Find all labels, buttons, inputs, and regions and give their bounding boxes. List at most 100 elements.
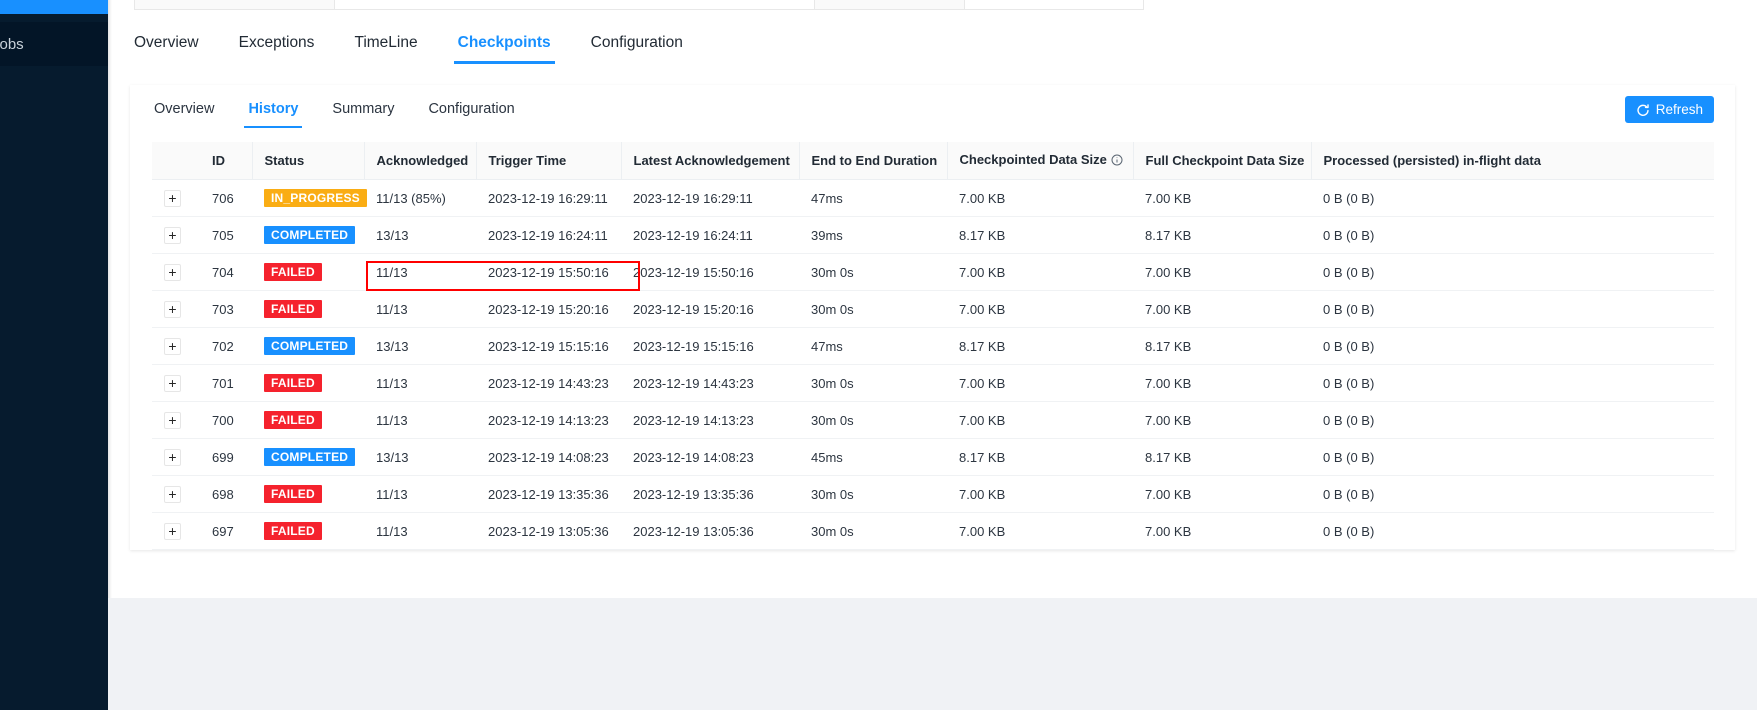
row-checkpointed-data-size: 7.00 KB	[947, 253, 1133, 291]
table-row[interactable]: +704 FAILED 11/13 2023-12-19 15:50:16 2023-1…	[152, 253, 1714, 291]
tab-overview[interactable]: Overview	[130, 26, 203, 64]
row-full-checkpoint-data-size: 7.00 KB	[1133, 290, 1311, 328]
row-end-to-end-duration: 39ms	[799, 216, 947, 254]
table-row[interactable]: +702 COMPLETED 13/13 2023-12-19 15:15:16 202…	[152, 327, 1714, 365]
col-header-id[interactable]: ID	[200, 142, 253, 180]
status-badge: COMPLETED	[264, 448, 356, 466]
subtab-overview[interactable]: Overview	[150, 93, 218, 128]
row-expand-cell: +	[152, 290, 200, 328]
info-icon[interactable]	[1111, 154, 1123, 169]
duration-label: Duration	[815, 0, 965, 9]
row-trigger-time: 2023-12-19 15:15:16	[476, 327, 621, 365]
status-badge: FAILED	[264, 263, 322, 281]
expand-row-icon[interactable]: +	[164, 485, 181, 503]
tab-exceptions[interactable]: Exceptions	[235, 26, 319, 64]
row-trigger-time: 2023-12-19 14:08:23	[476, 438, 621, 476]
checkpoint-history-table-wrap: ID Status Acknowledged Trigger Time Late…	[152, 142, 1714, 550]
row-expand-cell: +	[152, 438, 200, 476]
col-header-latest-acknowledgement[interactable]: Latest Acknowledgement	[621, 142, 800, 180]
table-row[interactable]: +700 FAILED 11/13 2023-12-19 14:13:23 2023-1…	[152, 401, 1714, 439]
col-header-trigger-time[interactable]: Trigger Time	[476, 142, 622, 180]
row-acknowledged: 13/13	[364, 438, 476, 476]
sidebar-filler	[0, 66, 108, 710]
row-processed-inflight-data: 0 B (0 B)	[1311, 179, 1714, 217]
row-checkpointed-data-size: 7.00 KB	[947, 401, 1133, 439]
col-header-end-to-end-duration[interactable]: End to End Duration	[799, 142, 948, 180]
subtab-configuration[interactable]: Configuration	[424, 93, 518, 128]
table-row[interactable]: +703 FAILED 11/13 2023-12-19 15:20:16 2023-1…	[152, 290, 1714, 328]
row-processed-inflight-data: 0 B (0 B)	[1311, 512, 1714, 550]
row-status-cell: COMPLETED	[252, 438, 364, 476]
row-trigger-time: 2023-12-19 13:05:36	[476, 512, 621, 550]
status-badge: FAILED	[264, 485, 322, 503]
expand-row-icon[interactable]: +	[164, 448, 181, 466]
row-end-to-end-duration: 30m 0s	[799, 401, 947, 439]
expand-row-icon[interactable]: +	[164, 189, 181, 207]
table-row[interactable]: +697 FAILED 11/13 2023-12-19 13:05:36 2023-1…	[152, 512, 1714, 550]
refresh-button[interactable]: Refresh	[1624, 96, 1714, 123]
sidebar-item-active-highlight[interactable]	[0, 0, 108, 14]
status-badge: FAILED	[264, 411, 322, 429]
row-acknowledged: 11/13	[364, 475, 476, 513]
expand-row-icon[interactable]: +	[164, 411, 181, 429]
col-header-checkpointed-data-size[interactable]: Checkpointed Data Size	[947, 142, 1134, 180]
col-header-status[interactable]: Status	[252, 142, 365, 180]
row-expand-cell: +	[152, 179, 200, 217]
checkpoints-card: Overview History Summary Configuration R…	[130, 85, 1735, 550]
expand-row-icon[interactable]: +	[164, 263, 181, 281]
row-processed-inflight-data: 0 B (0 B)	[1311, 216, 1714, 254]
status-badge: COMPLETED	[264, 226, 356, 244]
row-latest-acknowledgement: 2023-12-19 14:08:23	[621, 438, 799, 476]
checkpoint-history-table: ID Status Acknowledged Trigger Time Late…	[152, 142, 1714, 550]
table-row[interactable]: +705 COMPLETED 13/13 2023-12-19 16:24:11 202…	[152, 216, 1714, 254]
expand-row-icon[interactable]: +	[164, 337, 181, 355]
row-processed-inflight-data: 0 B (0 B)	[1311, 438, 1714, 476]
row-id: 697	[200, 512, 252, 550]
duration-value: 11d 4h 6m 4s	[965, 0, 1143, 9]
expand-row-icon[interactable]: +	[164, 300, 181, 318]
tab-checkpoints[interactable]: Checkpoints	[453, 26, 555, 64]
col-header-expand	[152, 142, 200, 180]
row-full-checkpoint-data-size: 8.17 KB	[1133, 216, 1311, 254]
col-header-processed-inflight-data[interactable]: Processed (persisted) in-flight data	[1311, 142, 1714, 180]
row-id: 702	[200, 327, 252, 365]
row-status-cell: FAILED	[252, 364, 364, 402]
row-trigger-time: 2023-12-19 15:50:16	[476, 253, 621, 291]
status-badge: FAILED	[264, 300, 322, 318]
row-status-cell: FAILED	[252, 401, 364, 439]
row-expand-cell: +	[152, 401, 200, 439]
table-row[interactable]: +706 IN_PROGRESS 11/13 (85%) 2023-12-19 16:…	[152, 179, 1714, 217]
tab-configuration[interactable]: Configuration	[587, 26, 687, 64]
expand-row-icon[interactable]: +	[164, 374, 181, 392]
subtab-history[interactable]: History	[244, 93, 303, 128]
row-expand-cell: +	[152, 364, 200, 402]
app-root: Jobs Start Time 2023-12-08 13:55:25 Dura…	[0, 0, 1757, 710]
sidebar: Jobs	[0, 0, 108, 710]
row-id: 701	[200, 364, 252, 402]
tab-timeline[interactable]: TimeLine	[350, 26, 421, 64]
table-row[interactable]: +699 COMPLETED 13/13 2023-12-19 14:08:23 202…	[152, 438, 1714, 476]
col-header-full-checkpoint-data-size[interactable]: Full Checkpoint Data Size	[1133, 142, 1312, 180]
col-header-acknowledged[interactable]: Acknowledged	[364, 142, 477, 180]
row-checkpointed-data-size: 7.00 KB	[947, 475, 1133, 513]
row-id: 706	[200, 179, 252, 217]
row-status-cell: FAILED	[252, 475, 364, 513]
status-badge: IN_PROGRESS	[264, 189, 367, 207]
row-acknowledged: 11/13	[364, 401, 476, 439]
expand-row-icon[interactable]: +	[164, 226, 181, 244]
table-row[interactable]: +698 FAILED 11/13 2023-12-19 13:35:36 2023-1…	[152, 475, 1714, 513]
status-badge: FAILED	[264, 374, 322, 392]
sidebar-item-jobs[interactable]: Jobs	[0, 22, 108, 66]
row-end-to-end-duration: 30m 0s	[799, 364, 947, 402]
row-status-cell: FAILED	[252, 290, 364, 328]
row-status-cell: COMPLETED	[252, 327, 364, 365]
row-full-checkpoint-data-size: 8.17 KB	[1133, 438, 1311, 476]
row-acknowledged: 11/13	[364, 253, 476, 291]
row-trigger-time: 2023-12-19 15:20:16	[476, 290, 621, 328]
table-header-row: ID Status Acknowledged Trigger Time Late…	[152, 142, 1714, 180]
row-id: 704	[200, 253, 252, 291]
subtab-summary[interactable]: Summary	[328, 93, 398, 128]
table-row[interactable]: +701 FAILED 11/13 2023-12-19 14:43:23 2023-1…	[152, 364, 1714, 402]
row-checkpointed-data-size: 8.17 KB	[947, 438, 1133, 476]
expand-row-icon[interactable]: +	[164, 522, 181, 540]
